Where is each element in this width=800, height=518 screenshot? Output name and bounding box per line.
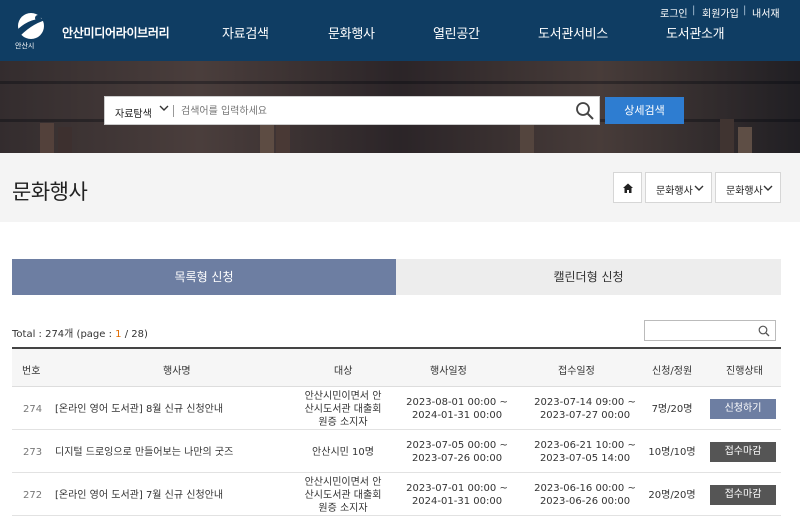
row-number: 272: [23, 490, 43, 501]
site-header: 안산시 안산미디어라이브러리 자료검색 문화행사 열린공간 도서관서비스 도서관…: [0, 0, 800, 61]
breadcrumb-level-1[interactable]: 문화행사: [645, 172, 712, 203]
breadcrumb-level-2[interactable]: 문화행사: [715, 172, 781, 203]
col-event-name: 행사명: [163, 366, 191, 377]
event-end: 2024-01-31 00:00: [411, 496, 503, 507]
target-cell: 안산시민이면서 안 산시도서관 대출회 원증 소지자: [300, 476, 386, 515]
col-number: 번호: [22, 366, 41, 377]
reception-start: 2023-06-21 10:00 ~: [534, 440, 636, 451]
page-title: 문화행사: [12, 180, 88, 204]
nav-library-intro[interactable]: 도서관소개: [666, 23, 725, 42]
util-divider: |: [743, 5, 747, 16]
reception-start: 2023-07-14 09:00 ~: [534, 397, 636, 408]
table-row: 273 디지털 드로잉으로 만들어보는 나만의 굿즈 안산시민 10명 2023…: [12, 431, 781, 473]
target-line: 안산시민이면서 안: [304, 391, 382, 402]
breadcrumb-label: 문화행사: [656, 186, 693, 197]
nav-search[interactable]: 자료검색: [222, 23, 269, 42]
col-event-schedule: 행사일정: [430, 366, 467, 377]
search-icon[interactable]: [575, 101, 595, 121]
reception-date-cell: 2023-07-14 09:00 ~ 2023-07-27 00:00: [525, 396, 645, 422]
target-line: 산시도서관 대출회: [304, 404, 382, 415]
search-divider: [173, 105, 174, 117]
event-start: 2023-07-01 00:00 ~: [406, 483, 508, 494]
event-date-cell: 2023-07-05 00:00 ~ 2023-07-26 00:00: [397, 439, 517, 465]
nav-library-services[interactable]: 도서관서비스: [538, 23, 608, 42]
target-line: 원증 소지자: [318, 417, 368, 428]
nav-culture-events[interactable]: 문화행사: [328, 23, 375, 42]
brand-name[interactable]: 안산미디어라이브러리: [62, 24, 170, 41]
login-link[interactable]: 로그인: [660, 5, 688, 20]
event-start: 2023-08-01 00:00 ~: [406, 397, 508, 408]
search-bar: 자료탐색: [104, 96, 600, 125]
target-cell: 안산시민 10명: [300, 446, 386, 459]
event-date-cell: 2023-08-01 00:00 ~ 2024-01-31 00:00: [397, 396, 517, 422]
reception-end: 2023-07-05 14:00: [539, 453, 631, 464]
reception-date-cell: 2023-06-16 00:00 ~ 2023-06-26 00:00: [525, 482, 645, 508]
target-line: 원증 소지자: [318, 503, 368, 514]
my-library-link[interactable]: 내서재: [752, 5, 780, 20]
event-title-link[interactable]: 디지털 드로잉으로 만들어보는 나만의 굿즈: [55, 446, 233, 459]
search-input[interactable]: [181, 104, 561, 118]
table-row: 272 [온라인 영어 도서관] 7월 신규 신청안내 안산시민이면서 안 산시…: [12, 474, 781, 516]
total-count: Total : 274개 (page : 1 / 28): [12, 325, 148, 340]
event-title-link[interactable]: [온라인 영어 도서관] 8월 신규 신청안내: [55, 403, 223, 416]
target-line: 안산시민 10명: [312, 447, 374, 458]
reception-start: 2023-06-16 00:00 ~: [534, 483, 636, 494]
chevron-down-icon[interactable]: [159, 103, 169, 113]
target-line: 산시도서관 대출회: [304, 490, 382, 501]
chevron-down-icon: [763, 185, 773, 191]
event-start: 2023-07-05 00:00 ~: [406, 440, 508, 451]
breadcrumb-home[interactable]: [613, 172, 642, 203]
col-reception-schedule: 접수일정: [558, 366, 595, 377]
event-title-link[interactable]: [온라인 영어 도서관] 7월 신규 신청안내: [55, 489, 223, 502]
event-end: 2024-01-31 00:00: [411, 410, 503, 421]
col-capacity: 신청/정원: [652, 366, 693, 377]
total-prefix: Total : 274개 (page :: [12, 329, 116, 340]
target-cell: 안산시민이면서 안 산시도서관 대출회 원증 소지자: [300, 390, 386, 429]
col-status: 진행상태: [726, 366, 763, 377]
target-line: 안산시민이면서 안: [304, 477, 382, 488]
nav-open-space[interactable]: 열린공간: [433, 23, 480, 42]
tab-calendar-view[interactable]: 캘린더형 신청: [396, 259, 781, 295]
logo-label: 안산시: [15, 42, 35, 50]
reception-date-cell: 2023-06-21 10:00 ~ 2023-07-05 14:00: [525, 439, 645, 465]
closed-status-button[interactable]: 접수마감: [710, 442, 776, 462]
advanced-search-button[interactable]: 상세검색: [605, 97, 684, 124]
row-number: 274: [23, 404, 43, 415]
search-category-select[interactable]: 자료탐색: [115, 105, 152, 120]
closed-status-button[interactable]: 접수마감: [710, 485, 776, 505]
event-date-cell: 2023-07-01 00:00 ~ 2024-01-31 00:00: [397, 482, 517, 508]
signup-link[interactable]: 회원가입: [702, 5, 739, 20]
home-icon[interactable]: [622, 182, 634, 194]
search-icon[interactable]: [758, 325, 770, 337]
list-search-input[interactable]: [649, 324, 754, 338]
capacity-cell: 10명/10명: [648, 447, 696, 458]
total-suffix: / 28): [121, 329, 148, 340]
col-target: 대상: [334, 366, 353, 377]
table-row: 274 [온라인 영어 도서관] 8월 신규 신청안내 안산시민이면서 안 산시…: [12, 388, 781, 430]
chevron-down-icon: [694, 185, 704, 191]
reception-end: 2023-07-27 00:00: [539, 410, 631, 421]
table-header: 번호 행사명 대상 행사일정 접수일정 신청/정원 진행상태: [12, 347, 781, 387]
breadcrumb-label: 문화행사: [726, 186, 763, 197]
tab-list-view[interactable]: 목록형 신청: [12, 259, 396, 295]
reception-end: 2023-06-26 00:00: [539, 496, 631, 507]
list-search-box: [644, 320, 776, 341]
event-end: 2023-07-26 00:00: [411, 453, 503, 464]
apply-button[interactable]: 신청하기: [710, 399, 776, 419]
capacity-cell: 20명/20명: [648, 490, 696, 501]
util-divider: |: [692, 5, 696, 16]
row-number: 273: [23, 447, 43, 458]
capacity-cell: 7명/20명: [651, 404, 693, 415]
